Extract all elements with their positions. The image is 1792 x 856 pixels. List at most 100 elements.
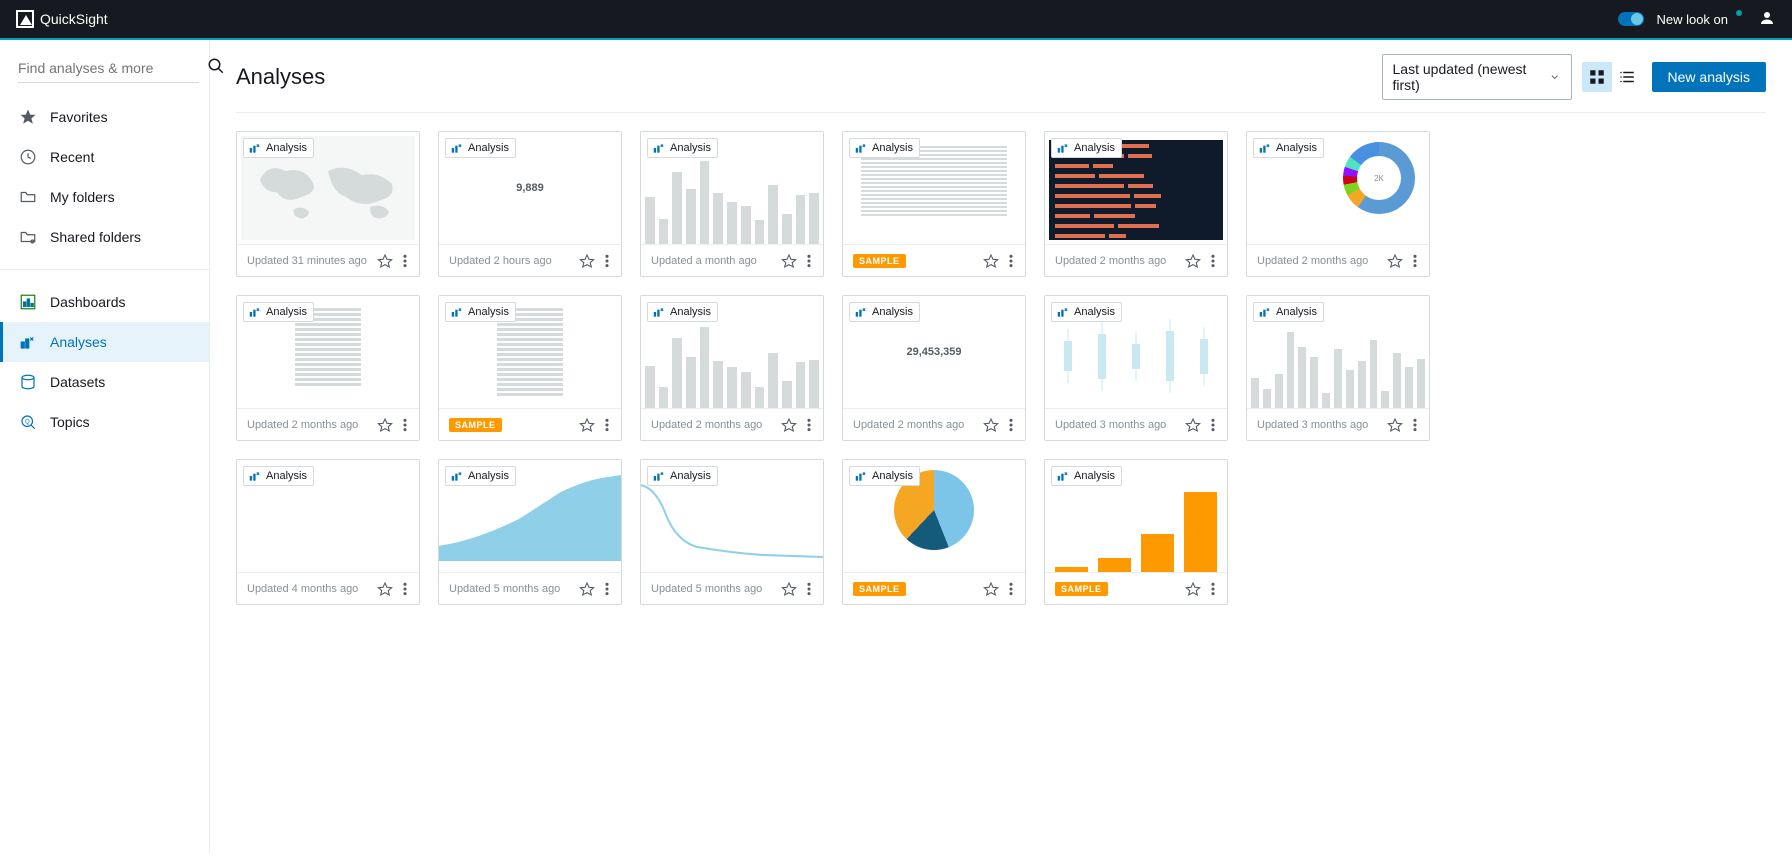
main-header: Analyses Last updated (newest first) New…	[236, 54, 1766, 113]
more-icon[interactable]	[1205, 253, 1221, 269]
updated-label: Updated 2 months ago	[1055, 255, 1166, 267]
analysis-card[interactable]: AnalysisUpdated 5 months ago	[640, 459, 824, 605]
header-controls: Last updated (newest first) New analysis	[1382, 54, 1766, 100]
sidebar-item-recent[interactable]: Recent	[0, 137, 209, 177]
topbar-right: New look on	[1618, 9, 1776, 30]
favorite-icon[interactable]	[781, 417, 797, 433]
more-icon[interactable]	[1003, 581, 1019, 597]
favorite-icon[interactable]	[1185, 417, 1201, 433]
main-content: Analyses Last updated (newest first) New…	[210, 40, 1792, 854]
more-icon[interactable]	[397, 417, 413, 433]
card-footer: Updated 5 months ago	[641, 572, 823, 604]
search-input[interactable]	[18, 54, 199, 83]
favorite-icon[interactable]	[579, 581, 595, 597]
analysis-card[interactable]: AnalysisUpdated 3 months ago	[1246, 295, 1430, 441]
more-icon[interactable]	[397, 253, 413, 269]
favorite-icon[interactable]	[1185, 581, 1201, 597]
dashboard-icon	[18, 292, 38, 312]
favorite-icon[interactable]	[983, 417, 999, 433]
favorite-icon[interactable]	[983, 253, 999, 269]
favorite-icon[interactable]	[983, 581, 999, 597]
app-logo[interactable]: QuickSight	[16, 10, 108, 28]
sidebar-item-my-folders[interactable]: My folders	[0, 177, 209, 217]
card-thumbnail: Analysis	[1045, 296, 1227, 408]
analysis-card[interactable]: Analysis2KUpdated 2 months ago	[1246, 131, 1430, 277]
analysis-card[interactable]: AnalysisUpdated 2 months ago	[640, 295, 824, 441]
more-icon[interactable]	[1407, 417, 1423, 433]
folder-icon	[18, 187, 38, 207]
favorite-icon[interactable]	[579, 417, 595, 433]
more-icon[interactable]	[1205, 417, 1221, 433]
analysis-card[interactable]: AnalysisSAMPLE	[438, 295, 622, 441]
type-badge: Analysis	[1051, 138, 1122, 158]
analysis-card[interactable]: Analysis Updated 2 months ago	[1044, 131, 1228, 277]
sidebar-label: Dashboards	[50, 294, 126, 310]
analysis-card[interactable]: AnalysisSAMPLE	[842, 131, 1026, 277]
favorite-icon[interactable]	[579, 253, 595, 269]
analysis-card[interactable]: Analysis Updated 3 months ago	[1044, 295, 1228, 441]
analysis-card[interactable]: AnalysisUpdated 2 months ago	[236, 295, 420, 441]
card-footer: SAMPLE	[439, 408, 621, 440]
sidebar-item-analyses[interactable]: Analyses	[0, 322, 209, 362]
analysis-card[interactable]: AnalysisUpdated 5 months ago	[438, 459, 622, 605]
analysis-card[interactable]: Analysis SAMPLE	[1044, 459, 1228, 605]
sidebar-item-shared-folders[interactable]: Shared folders	[0, 217, 209, 257]
analysis-card[interactable]: AnalysisUpdated a month ago	[640, 131, 824, 277]
new-look-label: New look on	[1656, 12, 1728, 27]
card-thumbnail: Analysis	[641, 460, 823, 572]
grid-view-button[interactable]	[1582, 62, 1612, 92]
sidebar-item-favorites[interactable]: Favorites	[0, 97, 209, 137]
favorite-icon[interactable]	[1185, 253, 1201, 269]
updated-label: Updated 2 months ago	[651, 419, 762, 431]
list-view-button[interactable]	[1612, 62, 1642, 92]
sidebar-item-datasets[interactable]: Datasets	[0, 362, 209, 402]
analysis-icon	[18, 332, 38, 352]
analysis-card[interactable]: Analysis9,889Updated 2 hours ago	[438, 131, 622, 277]
more-icon[interactable]	[599, 581, 615, 597]
updated-label: Updated 3 months ago	[1055, 419, 1166, 431]
more-icon[interactable]	[1003, 417, 1019, 433]
more-icon[interactable]	[801, 253, 817, 269]
more-icon[interactable]	[599, 417, 615, 433]
favorite-icon[interactable]	[1387, 253, 1403, 269]
more-icon[interactable]	[599, 253, 615, 269]
more-icon[interactable]	[801, 581, 817, 597]
star-icon	[18, 107, 38, 127]
card-actions	[1185, 253, 1221, 269]
topbar: QuickSight New look on	[0, 0, 1792, 40]
sidebar-label: Datasets	[50, 374, 105, 390]
sort-dropdown[interactable]: Last updated (newest first)	[1382, 54, 1572, 100]
card-actions	[377, 417, 413, 433]
sidebar-item-topics[interactable]: Q Topics	[0, 402, 209, 442]
analysis-card[interactable]: AnalysisUpdated 31 minutes ago	[236, 131, 420, 277]
updated-label: Updated 2 months ago	[853, 419, 964, 431]
sidebar-item-dashboards[interactable]: Dashboards	[0, 282, 209, 322]
more-icon[interactable]	[801, 417, 817, 433]
new-analysis-button[interactable]: New analysis	[1652, 62, 1766, 92]
more-icon[interactable]	[1205, 581, 1221, 597]
card-actions	[983, 581, 1019, 597]
more-icon[interactable]	[1407, 253, 1423, 269]
favorite-icon[interactable]	[1387, 417, 1403, 433]
sidebar-label: My folders	[50, 189, 115, 205]
new-look-toggle[interactable]	[1618, 12, 1644, 26]
analysis-card[interactable]: Analysis29,453,359Updated 2 months ago	[842, 295, 1026, 441]
clock-icon	[18, 147, 38, 167]
sidebar-label: Analyses	[50, 334, 107, 350]
type-badge: Analysis	[243, 466, 314, 486]
analysis-card[interactable]: AnalysisUpdated 4 months ago	[236, 459, 420, 605]
more-icon[interactable]	[1003, 253, 1019, 269]
analysis-card[interactable]: AnalysisSAMPLE	[842, 459, 1026, 605]
favorite-icon[interactable]	[377, 581, 393, 597]
card-footer: SAMPLE	[1045, 572, 1227, 604]
type-badge: Analysis	[1051, 466, 1122, 486]
user-menu-icon[interactable]	[1758, 9, 1776, 30]
card-actions	[377, 253, 413, 269]
favorite-icon[interactable]	[781, 581, 797, 597]
more-icon[interactable]	[397, 581, 413, 597]
favorite-icon[interactable]	[377, 253, 393, 269]
card-footer: Updated 2 hours ago	[439, 244, 621, 276]
favorite-icon[interactable]	[781, 253, 797, 269]
favorite-icon[interactable]	[377, 417, 393, 433]
type-badge: Analysis	[849, 138, 920, 158]
